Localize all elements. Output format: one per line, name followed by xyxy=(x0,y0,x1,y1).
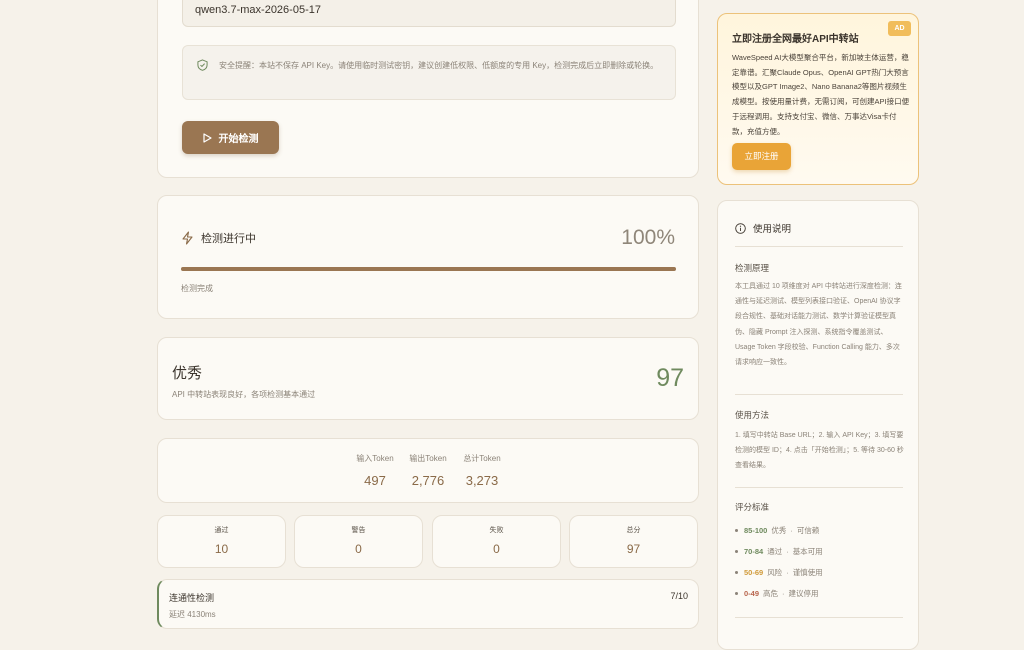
criteria-separator: · xyxy=(790,526,793,535)
stat-total: 总分 97 xyxy=(569,515,698,568)
criteria-label: 通过 xyxy=(767,547,783,556)
criteria-heading: 评分标准 xyxy=(735,502,770,512)
security-notice: 安全提醒：本站不保存 API Key。请使用临时测试密钥，建议创建低权限、低额度… xyxy=(182,45,676,100)
stat-fail: 失败 0 xyxy=(432,515,561,568)
detection-form-card: qwen3.7-max-2026-05-17 安全提醒：本站不保存 API Ke… xyxy=(157,0,699,178)
security-notice-text: 安全提醒：本站不保存 API Key。请使用临时测试密钥，建议创建低权限、低额度… xyxy=(219,61,659,70)
bullet-dot xyxy=(735,592,738,595)
divider xyxy=(735,617,903,618)
criteria-label: 高危 xyxy=(763,589,779,598)
token-label: 输入Token xyxy=(356,454,394,463)
criteria-label: 风险 xyxy=(767,568,783,577)
stat-label: 失败 xyxy=(489,527,504,534)
stat-value: 0 xyxy=(355,542,362,556)
progress-status: 检测完成 xyxy=(181,284,213,293)
criteria-note: 可信赖 xyxy=(796,526,820,535)
token-label: 输出Token xyxy=(409,454,447,463)
token-usage-card: 输入Token 497 输出Token 2,776 总计Token 3,273 xyxy=(157,438,699,503)
progress-title: 检测进行中 xyxy=(201,233,256,245)
progress-bar-fill xyxy=(181,267,676,271)
principle-heading: 检测原理 xyxy=(735,263,770,273)
total-score: 97 xyxy=(656,364,684,392)
stat-pass: 通过 10 xyxy=(157,515,286,568)
grade-description: API 中转站表现良好，各项检测基本通过 xyxy=(172,390,316,399)
bullet-dot xyxy=(735,571,738,574)
criteria-separator: · xyxy=(786,547,789,556)
result-summary-card: 优秀 API 中转站表现良好，各项检测基本通过 97 xyxy=(157,337,699,420)
token-output: 输出Token 2,776 xyxy=(400,453,456,488)
criteria-note: 谨慎使用 xyxy=(792,568,823,577)
grade-label: 优秀 xyxy=(172,365,203,382)
shield-icon xyxy=(197,59,208,71)
usage-text: 1. 填写中转站 Base URL；2. 输入 API Key；3. 填写要检测… xyxy=(735,432,904,470)
connectivity-test-item[interactable]: 连通性检测 延迟 4130ms 7/10 xyxy=(157,579,699,629)
criteria-range: 0-49 xyxy=(744,589,760,598)
ad-title: 立即注册全网最好API中转站 xyxy=(732,34,859,45)
stat-label: 总分 xyxy=(626,527,641,534)
usage-heading: 使用方法 xyxy=(735,410,770,420)
progress-bar xyxy=(181,267,676,271)
ad-banner: 立即注册全网最好API中转站 AD WaveSpeed AI大模型聚合平台，新加… xyxy=(717,13,919,185)
criteria-label: 优秀 xyxy=(771,526,787,535)
bullet-dot xyxy=(735,529,738,532)
divider xyxy=(735,394,903,395)
progress-card: 检测进行中 100% 检测完成 xyxy=(157,195,699,319)
lightning-icon xyxy=(182,231,193,245)
play-icon xyxy=(202,132,212,143)
stat-value: 0 xyxy=(493,542,500,556)
info-icon xyxy=(735,222,746,234)
criteria-separator: · xyxy=(782,589,785,598)
principle-text: 本工具通过 10 项维度对 API 中转站进行深度检测：连通性与延迟测试、模型列… xyxy=(735,283,902,367)
stat-value: 97 xyxy=(626,542,641,556)
token-input: 输入Token 497 xyxy=(347,453,403,488)
criteria-item: 0-49 高危 · 建议停用 xyxy=(735,588,819,599)
start-detection-button[interactable]: 开始检测 xyxy=(182,121,279,154)
stat-label: 警告 xyxy=(351,527,366,534)
progress-header: 检测进行中 xyxy=(181,230,256,246)
guide-header: 使用说明 xyxy=(735,221,791,235)
test-item-count: 7/10 xyxy=(670,591,688,601)
model-id-input[interactable]: qwen3.7-max-2026-05-17 xyxy=(182,0,676,27)
token-value: 497 xyxy=(364,473,386,488)
start-detection-label: 开始检测 xyxy=(218,134,259,145)
ad-badge: AD xyxy=(888,21,911,36)
criteria-item: 50-69 风险 · 谨慎使用 xyxy=(735,567,823,578)
criteria-range: 70-84 xyxy=(744,547,764,556)
divider xyxy=(735,487,903,488)
token-value: 2,776 xyxy=(411,473,445,488)
ad-body: WaveSpeed AI大模型聚合平台，新加坡主体运营，稳定靠谱。汇聚Claud… xyxy=(732,53,910,136)
criteria-range: 85-100 xyxy=(744,526,768,535)
criteria-item: 85-100 优秀 · 可信赖 xyxy=(735,525,819,536)
criteria-separator: · xyxy=(786,568,789,577)
test-item-title: 连通性检测 xyxy=(169,593,215,603)
test-item-latency: 延迟 4130ms xyxy=(169,610,216,619)
usage-guide-card: 使用说明 检测原理 本工具通过 10 项维度对 API 中转站进行深度检测：连通… xyxy=(717,200,919,650)
criteria-item: 70-84 通过 · 基本可用 xyxy=(735,546,823,557)
criteria-note: 基本可用 xyxy=(792,547,823,556)
stat-label: 通过 xyxy=(214,527,229,534)
divider xyxy=(735,246,903,247)
token-value: 3,273 xyxy=(465,473,499,488)
guide-title: 使用说明 xyxy=(753,224,792,235)
register-button[interactable]: 立即注册 xyxy=(732,143,791,170)
stat-warning: 警告 0 xyxy=(294,515,423,568)
progress-percent: 100% xyxy=(621,226,675,249)
criteria-note: 建议停用 xyxy=(788,589,819,598)
bullet-dot xyxy=(735,550,738,553)
token-label: 总计Token xyxy=(463,454,501,463)
token-total: 总计Token 3,273 xyxy=(454,453,510,488)
criteria-range: 50-69 xyxy=(744,568,764,577)
stat-value: 10 xyxy=(214,542,229,556)
